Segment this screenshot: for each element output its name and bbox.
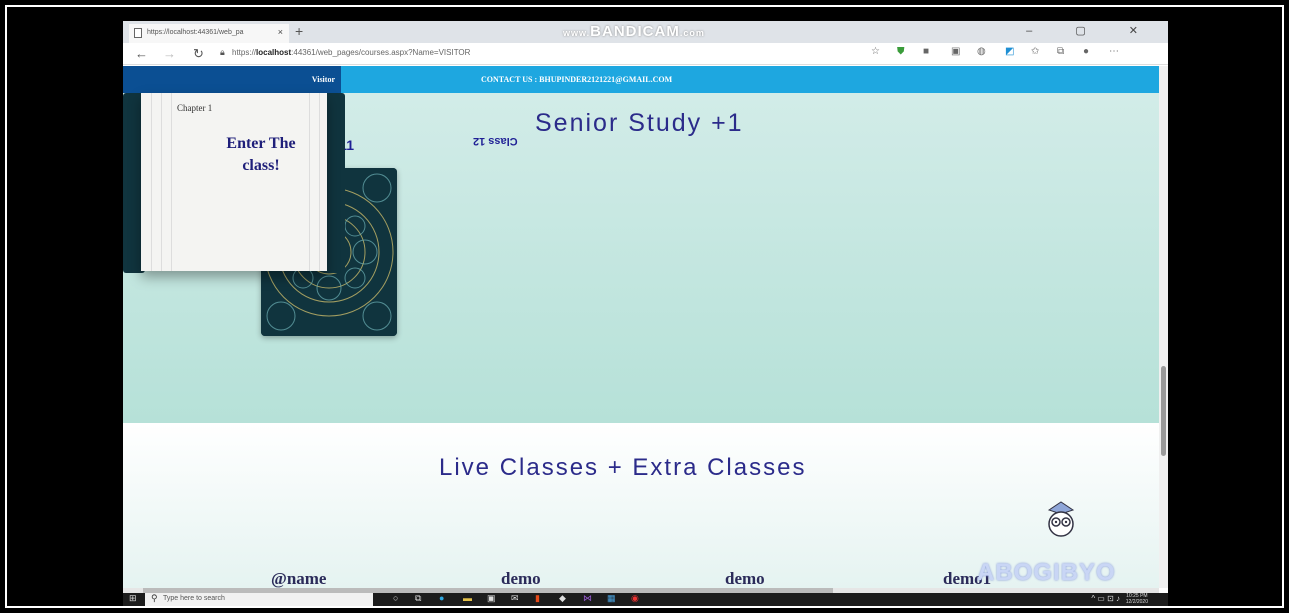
extension-icon[interactable]: ◩ [1005, 46, 1014, 57]
extension-icon[interactable]: ▣ [951, 46, 960, 57]
tab-close-icon[interactable]: × [278, 27, 283, 37]
star-icon[interactable]: ☆ [871, 46, 880, 57]
owl-logo-icon [1047, 501, 1075, 537]
tab-bar: https://localhost:44361/web_pa × + www.B… [123, 21, 1168, 43]
window-controls[interactable]: – ▢ ✕ [1026, 24, 1158, 37]
taskbar-search[interactable]: ⚲ Type here to search [145, 593, 373, 606]
shield-icon[interactable]: ⛊ [897, 46, 905, 57]
contact-link[interactable]: CONTACT US : BHUPINDER2121221@GMAIL.COM [481, 75, 672, 84]
extension-icon[interactable]: ■ [923, 46, 929, 57]
app-icon[interactable]: ◆ [559, 593, 566, 606]
more-icon[interactable]: ⋯ [1109, 46, 1119, 57]
cortana-icon[interactable]: ○ [393, 593, 398, 606]
search-placeholder: Type here to search [163, 595, 225, 602]
chapter-label: Chapter 1 [177, 103, 213, 113]
brand-logo: ABOGIBYO [977, 559, 1116, 586]
system-tray[interactable]: ^ ▭ ⊡ ♪ [1091, 594, 1120, 603]
url-field[interactable]: https://localhost:44361/web_pages/course… [232, 48, 470, 57]
lock-icon: 🔒︎ [220, 47, 225, 57]
tab-title: https://localhost:44361/web_pa [147, 29, 244, 36]
enter-class-link[interactable]: Enter The class! [211, 133, 311, 176]
senior-study-section: Senior Study +1 Class 11 Class 12 [123, 93, 1159, 423]
browser-tab[interactable]: https://localhost:44361/web_pa × [129, 24, 289, 43]
scroll-thumb[interactable] [1161, 366, 1166, 456]
edge-icon[interactable]: ● [439, 593, 444, 606]
top-nav: Visitor CONTACT US : BHUPINDER2121221@GM… [123, 66, 1159, 93]
taskview-icon[interactable]: ⧉ [415, 593, 421, 606]
live-classes-title: Live Classes + Extra Classes [439, 454, 807, 481]
visualstudio-icon[interactable]: ⋈ [583, 593, 592, 606]
address-bar: ← → ↻ 🔒︎ https://localhost:44361/web_pag… [123, 43, 1168, 65]
windows-icon[interactable]: ⊞ [129, 593, 137, 606]
web-page: Visitor CONTACT US : BHUPINDER2121221@GM… [123, 66, 1159, 588]
search-icon: ⚲ [151, 593, 158, 603]
class-name[interactable]: @name [271, 569, 326, 588]
favorites-icon[interactable]: ✩ [1031, 46, 1039, 57]
visitor-nav-item[interactable]: Visitor [123, 66, 341, 93]
section-title: Senior Study +1 [535, 109, 744, 137]
screen: https://localhost:44361/web_pa × + www.B… [123, 21, 1168, 606]
refresh-button[interactable]: ↻ [193, 46, 204, 62]
profile-icon[interactable]: ● [1083, 46, 1089, 57]
record-icon[interactable]: ◉ [631, 593, 639, 606]
class-name[interactable]: demo [725, 569, 765, 588]
collections-icon[interactable]: ⧉ [1057, 46, 1064, 57]
back-button[interactable]: ← [135, 46, 148, 61]
app-icon[interactable]: ▦ [607, 593, 616, 606]
explorer-icon[interactable]: ▬ [463, 593, 472, 606]
forward-button[interactable]: → [163, 46, 176, 61]
extension-icons: ☆ ⛊ ■ ▣ ◍ ◩ ✩ ⧉ ● ⋯ [871, 46, 1161, 62]
class-12-label: Class 12 [473, 135, 518, 147]
extension-icon[interactable]: ◍ [977, 46, 986, 57]
class-12-book-open[interactable]: Chapter 1 Enter The class! [123, 93, 345, 273]
office-icon[interactable]: ▮ [535, 593, 540, 606]
taskbar: ⊞ ⚲ Type here to search ○ ⧉ ● ▬ ▣ ✉ ▮ ◆ … [123, 593, 1168, 606]
book-pages: Chapter 1 Enter The class! [141, 93, 327, 271]
class-name[interactable]: demo [501, 569, 541, 588]
store-icon[interactable]: ▣ [487, 593, 496, 606]
page-icon [134, 28, 142, 38]
vertical-scrollbar[interactable] [1159, 66, 1168, 588]
clock[interactable]: 10:25 PM 12/2/2020 [1126, 593, 1148, 605]
bandicam-watermark: www.BANDICAM.com [563, 23, 705, 40]
new-tab-button[interactable]: + [295, 23, 303, 39]
black-frame: https://localhost:44361/web_pa × + www.B… [0, 0, 1289, 613]
mail-icon[interactable]: ✉ [511, 593, 519, 606]
